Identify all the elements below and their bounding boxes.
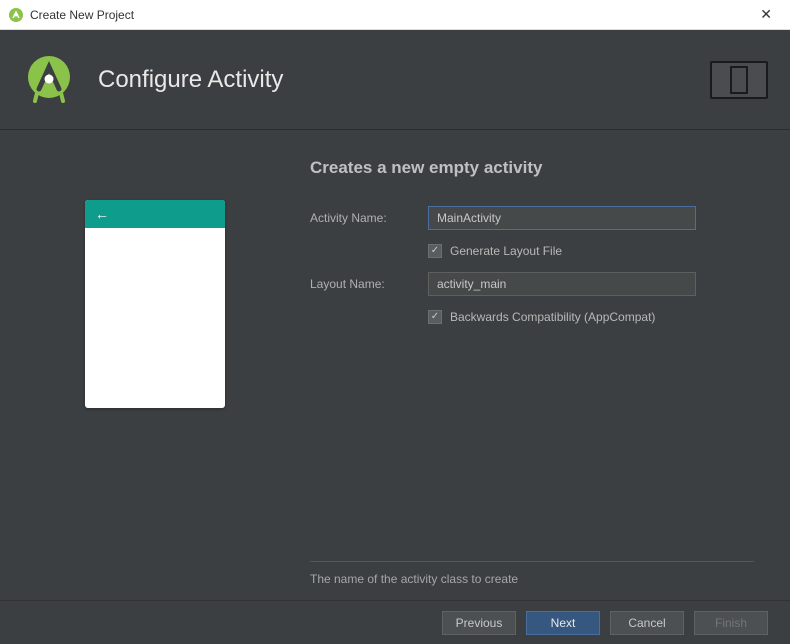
form-column: Creates a new empty activity Activity Na…	[310, 158, 790, 600]
help-area: The name of the activity class to create	[310, 561, 754, 586]
backwards-compat-checkbox[interactable]: ✓	[428, 310, 442, 324]
generate-layout-label: Generate Layout File	[450, 244, 562, 258]
phone-icon	[730, 66, 748, 94]
activity-name-input[interactable]	[428, 206, 696, 230]
main-content: ← Creates a new empty activity Activity …	[0, 130, 790, 600]
activity-name-label: Activity Name:	[310, 211, 428, 225]
preview-column: ←	[0, 158, 310, 600]
check-icon: ✓	[431, 312, 439, 322]
backwards-compat-label: Backwards Compatibility (AppCompat)	[450, 310, 655, 324]
page-title: Configure Activity	[98, 66, 283, 94]
close-button[interactable]: ✕	[750, 6, 782, 23]
help-text: The name of the activity class to create	[310, 572, 754, 586]
wizard-footer: Previous Next Cancel Finish	[0, 600, 790, 644]
section-heading: Creates a new empty activity	[310, 158, 754, 178]
cancel-button[interactable]: Cancel	[610, 611, 684, 635]
activity-preview: ←	[85, 200, 225, 408]
generate-layout-checkbox[interactable]: ✓	[428, 244, 442, 258]
finish-button: Finish	[694, 611, 768, 635]
generate-layout-row: ✓ Generate Layout File	[428, 244, 754, 258]
back-arrow-icon: ←	[95, 206, 109, 222]
device-icon	[710, 61, 768, 99]
activity-name-row: Activity Name:	[310, 206, 754, 230]
android-studio-icon	[8, 7, 24, 23]
check-icon: ✓	[431, 246, 439, 256]
preview-appbar: ←	[85, 200, 225, 228]
layout-name-label: Layout Name:	[310, 277, 428, 291]
wizard-header: Configure Activity	[0, 30, 790, 130]
backwards-compat-row: ✓ Backwards Compatibility (AppCompat)	[428, 310, 754, 324]
next-button[interactable]: Next	[526, 611, 600, 635]
window-title: Create New Project	[30, 8, 750, 22]
titlebar: Create New Project ✕	[0, 0, 790, 30]
layout-name-row: Layout Name:	[310, 272, 754, 296]
divider	[310, 561, 754, 562]
previous-button[interactable]: Previous	[442, 611, 516, 635]
layout-name-input[interactable]	[428, 272, 696, 296]
android-studio-logo	[22, 53, 76, 107]
